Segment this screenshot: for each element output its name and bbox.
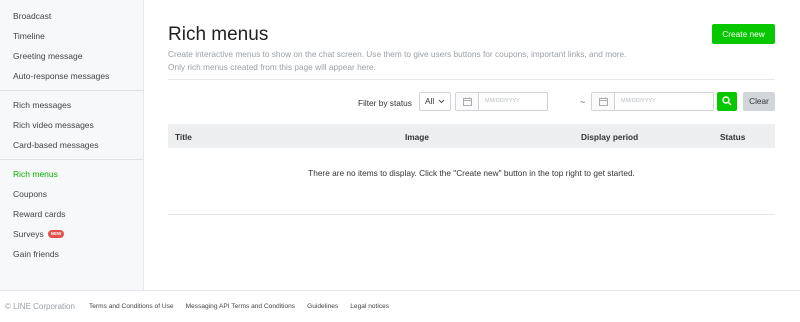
footer-link-terms[interactable]: Terms and Conditions of Use [89,303,174,310]
date-from-placeholder: MM/DD/YYYY [485,98,520,104]
search-icon [722,93,732,111]
rich-menus-table: Title Image Display period Status There … [168,124,775,215]
footer: © LINE Corporation Terms and Conditions … [0,290,800,322]
sidebar-item-label: Rich video messages [13,120,94,130]
sidebar-item-auto-response[interactable]: Auto-response messages [0,66,143,86]
copyright: © LINE Corporation [5,302,75,311]
sidebar-item-label: Card-based messages [13,140,99,150]
column-header-title[interactable]: Title [175,132,192,142]
sidebar-item-label: Greeting message [13,51,83,61]
sidebar-item-rich-messages[interactable]: Rich messages [0,95,143,115]
sidebar-group-tools: Rich menus Coupons Reward cards Surveys N… [0,160,143,268]
sidebar-item-label: Gain friends [13,249,59,259]
description-line: Only rich menus created from this page w… [168,61,376,72]
sidebar-item-label: Timeline [13,31,45,41]
empty-state-message: There are no items to display. Click the… [168,148,775,215]
sidebar-item-greeting-message[interactable]: Greeting message [0,46,143,66]
new-badge: NEW [47,230,65,238]
sidebar-group-messages: Broadcast Timeline Greeting message Auto… [0,0,143,91]
sidebar-item-label: Surveys [13,229,44,239]
sidebar-group-rich: Rich messages Rich video messages Card-b… [0,91,143,160]
date-from-field[interactable]: MM/DD/YYYY [455,92,548,111]
main-content: Rich menus Create interactive menus to s… [168,0,776,290]
description-line: Create interactive menus to show on the … [168,49,627,59]
status-select-value: All [425,96,435,106]
date-to-placeholder: MM/DD/YYYY [621,98,656,104]
sidebar-item-label: Reward cards [13,209,66,219]
search-button[interactable] [717,92,737,111]
sidebar-item-coupons[interactable]: Coupons [0,184,143,204]
footer-link-guidelines[interactable]: Guidelines [307,303,338,310]
date-to-field[interactable]: MM/DD/YYYY [591,92,714,111]
sidebar-item-timeline[interactable]: Timeline [0,26,143,46]
calendar-icon[interactable] [456,93,479,110]
footer-link-api-terms[interactable]: Messaging API Terms and Conditions [186,303,295,310]
sidebar-item-label: Auto-response messages [13,71,110,81]
calendar-icon[interactable] [592,93,615,110]
sidebar-item-label: Coupons [13,189,48,199]
clear-button[interactable]: Clear [743,92,775,111]
sidebar-item-label: Rich messages [13,100,72,110]
sidebar-item-gain-friends[interactable]: Gain friends [0,244,143,264]
chevron-down-icon [438,93,445,118]
filter-label: Filter by status [358,98,412,108]
sidebar-item-broadcast[interactable]: Broadcast [0,6,143,26]
divider [168,79,775,80]
sidebar-item-card-based-messages[interactable]: Card-based messages [0,135,143,155]
sidebar-item-label: Rich menus [13,169,58,179]
sidebar-item-surveys[interactable]: Surveys NEW [0,224,143,244]
sidebar-item-label: Broadcast [13,11,52,21]
status-select[interactable]: All [419,92,451,111]
column-header-display-period[interactable]: Display period [581,132,638,142]
date-separator: ~ [580,97,586,107]
table-header: Title Image Display period Status [168,124,775,148]
column-header-image[interactable]: Image [405,132,429,142]
page-title: Rich menus [168,24,269,45]
create-new-button[interactable]: Create new [712,24,775,44]
sidebar-item-rich-menus[interactable]: Rich menus [0,164,143,184]
page-description: Create interactive menus to show on the … [168,48,628,73]
sidebar: Broadcast Timeline Greeting message Auto… [0,0,144,290]
column-header-status[interactable]: Status [720,132,745,142]
sidebar-item-reward-cards[interactable]: Reward cards [0,204,143,224]
sidebar-item-rich-video-messages[interactable]: Rich video messages [0,115,143,135]
footer-link-legal[interactable]: Legal notices [350,303,389,310]
